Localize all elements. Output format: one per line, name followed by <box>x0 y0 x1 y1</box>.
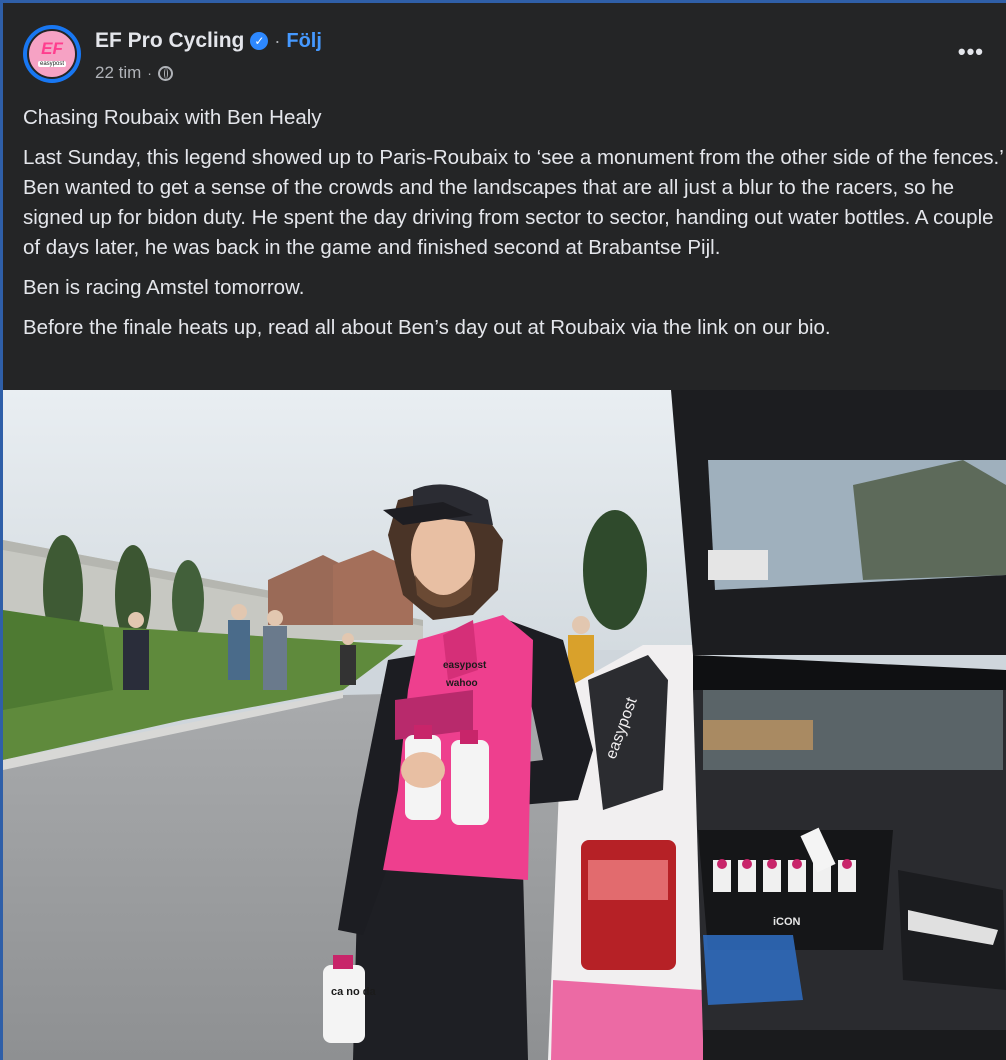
avatar-logo-text: EF <box>41 39 63 58</box>
basket-logo-text: iCON <box>773 916 801 928</box>
jersey-text-2: wahoo <box>445 678 478 689</box>
avatar-logo: EF easypost <box>27 29 77 79</box>
post-text: Chasing Roubaix with Ben Healy Last Sund… <box>23 103 1003 353</box>
post-header: EF easypost EF Pro Cycling ✓ · Följ 22 t… <box>23 25 1006 89</box>
facebook-post: EF easypost EF Pro Cycling ✓ · Följ 22 t… <box>0 0 1006 1060</box>
post-paragraph-title: Chasing Roubaix with Ben Healy <box>23 106 322 129</box>
post-paragraph-amstel: Ben is racing Amstel tomorrow. <box>23 276 305 299</box>
tree <box>583 510 647 630</box>
photo-illustration: easypost iCON easypost wahoo ca no da <box>3 390 1006 1060</box>
meta-separator-dot: · <box>147 65 152 81</box>
post-paragraph-link: Before the finale heats up, read all abo… <box>23 316 831 339</box>
globe-icon[interactable] <box>157 65 173 81</box>
post-meta: 22 tim · <box>95 63 173 83</box>
more-options-icon[interactable]: ••• <box>958 39 984 65</box>
post-paragraph-body: Last Sunday, this legend showed up to Pa… <box>23 146 1004 259</box>
jersey-text-1: easypost <box>443 660 487 671</box>
post-timestamp[interactable]: 22 tim <box>95 63 141 83</box>
tree-4 <box>172 560 204 640</box>
page-name-link[interactable]: EF Pro Cycling <box>95 29 244 53</box>
post-photo[interactable]: easypost iCON easypost wahoo ca no da <box>3 390 1006 1060</box>
page-avatar[interactable]: EF easypost <box>23 25 81 83</box>
author-row: EF Pro Cycling ✓ · Följ <box>95 29 322 53</box>
verified-badge-icon: ✓ <box>250 32 269 50</box>
separator-dot: · <box>274 30 281 51</box>
follow-button[interactable]: Följ <box>286 30 322 53</box>
avatar-logo-subtext: easypost <box>37 61 66 67</box>
bottle-text: ca no da <box>331 986 377 998</box>
